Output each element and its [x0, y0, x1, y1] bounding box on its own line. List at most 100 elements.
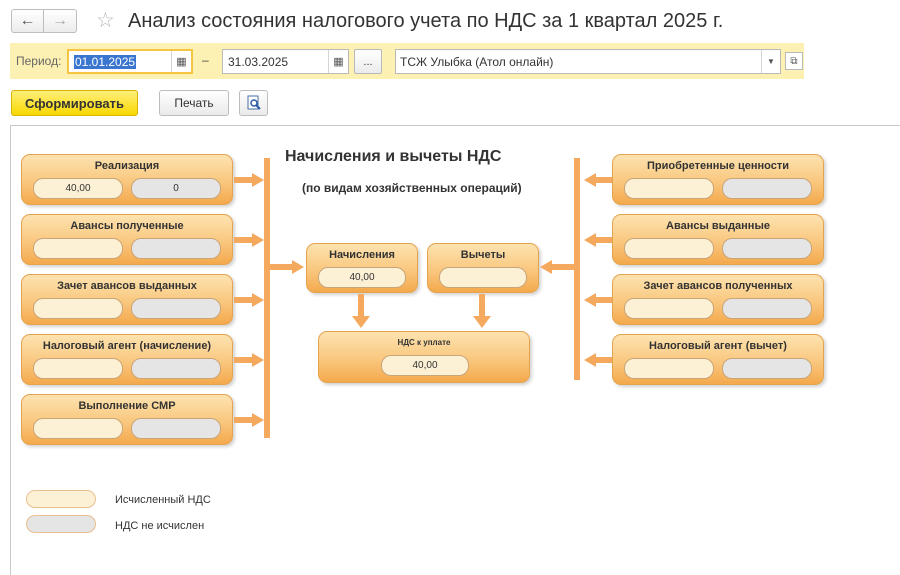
op-box-advances-received[interactable]: Авансы полученные — [21, 214, 233, 265]
vat-payable-title: НДС к уплате — [397, 338, 451, 347]
period-separator: – — [202, 53, 209, 67]
arrow-right-icon — [252, 413, 264, 427]
left-connector-bar — [264, 158, 270, 438]
legend-not-calculated-label: НДС не исчислен — [115, 520, 205, 532]
chevron-down-icon[interactable]: ▼ — [761, 50, 780, 73]
arrow-left-icon — [540, 260, 552, 274]
legend-calculated-label: Исчисленный НДС — [115, 494, 211, 506]
vat-calculated-value[interactable] — [33, 238, 123, 259]
back-button[interactable]: ← — [11, 9, 44, 33]
op-box-tax-agent-deduction[interactable]: Налоговый агент (вычет) — [612, 334, 824, 385]
date-to-value[interactable]: 31.03.2025 — [223, 55, 328, 69]
vat-not-calculated-value[interactable] — [131, 418, 221, 439]
arrow-right-icon — [292, 260, 304, 274]
calendar-icon[interactable]: ▦ — [171, 51, 191, 72]
op-title: Авансы выданные — [666, 220, 770, 232]
open-organization-icon[interactable]: ⧉ — [785, 52, 803, 70]
op-title: Авансы полученные — [70, 220, 184, 232]
vat-calculated-value[interactable] — [33, 298, 123, 319]
vat-calculated-value[interactable] — [33, 358, 123, 379]
arrow-left-icon — [584, 353, 596, 367]
op-box-offset-advances-issued[interactable]: Зачет авансов выданных — [21, 274, 233, 325]
right-connector-bar — [574, 158, 580, 380]
organization-value[interactable]: ТСЖ Улыбка (Атол онлайн) — [396, 55, 761, 69]
op-title: Зачет авансов полученных — [643, 280, 793, 292]
arrow-left-icon — [584, 173, 596, 187]
connector-line — [234, 357, 254, 363]
vat-not-calculated-value[interactable] — [722, 298, 812, 319]
deductions-box[interactable]: Вычеты — [427, 243, 539, 293]
legend-not-calculated-swatch — [26, 515, 96, 533]
vat-calculated-value[interactable] — [624, 298, 714, 319]
op-title: Приобретенные ценности — [647, 160, 789, 172]
op-box-sales[interactable]: Реализация 40,00 0 — [21, 154, 233, 205]
op-box-acquired-values[interactable]: Приобретенные ценности — [612, 154, 824, 205]
vat-calculated-value[interactable] — [624, 358, 714, 379]
vat-not-calculated-value[interactable] — [722, 358, 812, 379]
date-from-value[interactable]: 01.01.2025 — [74, 54, 137, 69]
op-box-advances-issued[interactable]: Авансы выданные — [612, 214, 824, 265]
arrow-right-icon — [252, 173, 264, 187]
arrow-left-icon — [584, 293, 596, 307]
op-box-tax-agent-accrual[interactable]: Налоговый агент (начисление) — [21, 334, 233, 385]
connector-line — [234, 417, 254, 423]
generate-button[interactable]: Сформировать — [11, 90, 138, 116]
connector-line — [596, 177, 612, 183]
accruals-value[interactable]: 40,00 — [318, 267, 406, 288]
deductions-title: Вычеты — [460, 249, 506, 261]
choose-period-button[interactable]: ... — [354, 49, 382, 74]
vat-calculated-value[interactable] — [624, 238, 714, 259]
connector-line — [270, 264, 294, 270]
date-from-field[interactable]: 01.01.2025 ▦ — [67, 49, 193, 74]
preview-icon — [247, 95, 261, 110]
op-box-offset-advances-received[interactable]: Зачет авансов полученных — [612, 274, 824, 325]
deductions-value[interactable] — [439, 267, 527, 288]
legend-calculated-swatch — [26, 490, 96, 508]
connector-line — [234, 297, 254, 303]
diagram-title: Начисления и вычеты НДС — [285, 148, 502, 165]
arrow-right-icon: → — [52, 12, 68, 29]
vat-not-calculated-value[interactable] — [722, 178, 812, 199]
op-title: Реализация — [94, 160, 160, 172]
connector-line — [596, 357, 612, 363]
arrow-right-icon — [252, 293, 264, 307]
arrow-right-icon — [252, 233, 264, 247]
connector-line — [234, 177, 254, 183]
page-title: Анализ состояния налогового учета по НДС… — [128, 10, 724, 32]
print-button[interactable]: Печать — [159, 90, 229, 116]
vat-payable-box[interactable]: НДС к уплате 40,00 — [318, 331, 530, 383]
accruals-box[interactable]: Начисления 40,00 — [306, 243, 418, 293]
forward-button[interactable]: → — [44, 9, 77, 33]
op-box-construction-works[interactable]: Выполнение СМР — [21, 394, 233, 445]
arrow-left-icon: ← — [19, 12, 36, 29]
preview-button[interactable] — [239, 90, 268, 116]
arrow-down-icon — [352, 316, 370, 328]
op-title: Налоговый агент (начисление) — [42, 340, 212, 352]
vat-not-calculated-value[interactable] — [131, 238, 221, 259]
vat-payable-value[interactable]: 40,00 — [381, 355, 469, 376]
diagram-subtitle: (по видам хозяйственных операций) — [302, 181, 522, 195]
vat-calculated-value[interactable]: 40,00 — [33, 178, 123, 199]
vat-calculated-value[interactable] — [624, 178, 714, 199]
date-to-field[interactable]: 31.03.2025 ▦ — [222, 49, 349, 74]
connector-line — [596, 237, 612, 243]
vat-not-calculated-value[interactable] — [722, 238, 812, 259]
arrow-left-icon — [584, 233, 596, 247]
organization-field[interactable]: ТСЖ Улыбка (Атол онлайн) ▼ — [395, 49, 781, 74]
op-title: Налоговый агент (вычет) — [649, 340, 787, 352]
connector-line — [596, 297, 612, 303]
arrow-down-icon — [473, 316, 491, 328]
accruals-title: Начисления — [329, 249, 395, 261]
vat-not-calculated-value[interactable] — [131, 298, 221, 319]
op-title: Зачет авансов выданных — [57, 280, 197, 292]
vat-calculated-value[interactable] — [33, 418, 123, 439]
connector-line — [551, 264, 574, 270]
connector-line — [234, 237, 254, 243]
op-title: Выполнение СМР — [78, 400, 176, 412]
star-icon[interactable]: ☆ — [96, 9, 115, 33]
vat-not-calculated-value[interactable] — [131, 358, 221, 379]
arrow-right-icon — [252, 353, 264, 367]
vat-not-calculated-value[interactable]: 0 — [131, 178, 221, 199]
connector-line — [358, 294, 364, 318]
calendar-icon[interactable]: ▦ — [328, 50, 348, 73]
